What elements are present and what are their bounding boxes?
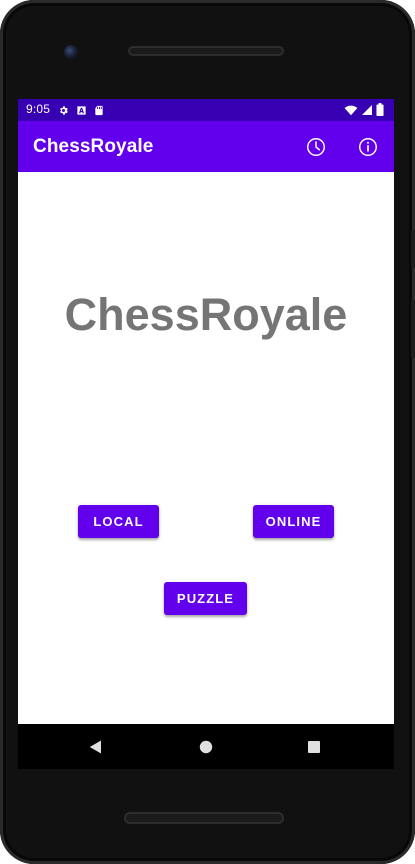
front-camera-icon (64, 45, 78, 59)
gear-icon (58, 101, 69, 120)
bottom-speaker (124, 812, 284, 824)
battery-icon (376, 101, 384, 120)
info-button[interactable] (354, 133, 382, 161)
clock-icon (307, 138, 325, 156)
recent-apps-icon (308, 741, 320, 753)
phone-frame: 9:05 ChessRoyale ChessRoyale LOCAL ONLIN… (0, 0, 415, 864)
info-icon (359, 138, 377, 156)
app-screen: 9:05 ChessRoyale ChessRoyale LOCAL ONLIN… (18, 99, 394, 724)
puzzle-button[interactable]: PUZZLE (164, 582, 247, 615)
volume-up-button (411, 230, 415, 268)
sd-card-icon (94, 101, 104, 120)
top-speaker (128, 46, 284, 56)
home-icon (199, 740, 213, 754)
status-left-icons (58, 103, 104, 117)
home-button[interactable] (194, 735, 218, 759)
wifi-icon (344, 101, 358, 120)
recent-apps-button[interactable] (302, 735, 326, 759)
history-button[interactable] (302, 133, 330, 161)
power-button (411, 300, 415, 358)
local-game-button[interactable]: LOCAL (78, 505, 159, 538)
status-right-icons (344, 101, 384, 120)
back-button[interactable] (84, 735, 108, 759)
status-time: 9:05 (26, 102, 51, 116)
cellular-icon (361, 101, 373, 120)
online-game-button[interactable]: ONLINE (253, 505, 334, 538)
text-icon (76, 101, 87, 120)
app-bar: ChessRoyale (18, 121, 394, 172)
main-title: ChessRoyale (64, 289, 348, 340)
back-icon (89, 740, 101, 754)
app-title: ChessRoyale (33, 136, 154, 157)
status-bar: 9:05 (18, 99, 394, 121)
navigation-bar (18, 724, 394, 769)
